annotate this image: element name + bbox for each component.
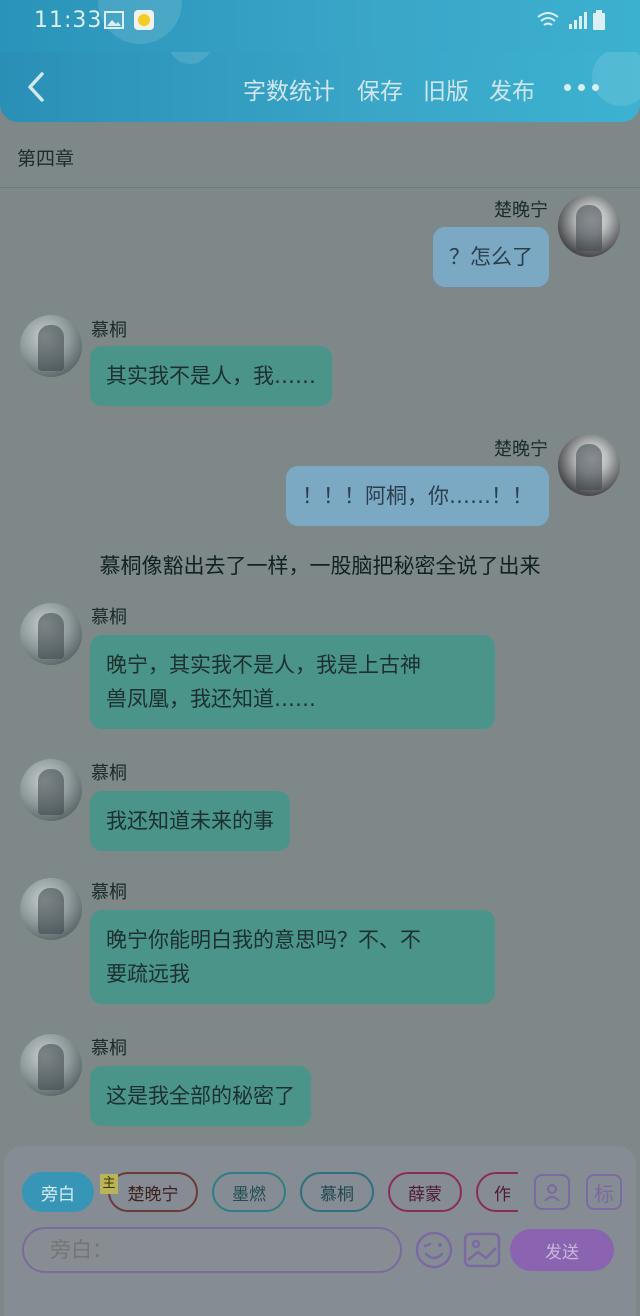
battery-icon (593, 10, 605, 30)
chat-bubble[interactable]: 我还知道未来的事 (90, 791, 290, 851)
chip-chu-wanning[interactable]: 楚晚宁 (108, 1172, 198, 1212)
chat-bubble[interactable]: ？怎么了 (433, 227, 549, 287)
composer-panel: 旁白 楚晚宁 墨燃 慕桐 薛蒙 作 主 标 发送 (4, 1146, 636, 1316)
chip-mo-ran[interactable]: 墨燃 (212, 1172, 286, 1212)
chat-bubble-line: 兽凤凰，我还知道…… (106, 687, 316, 711)
old-version-button[interactable]: 旧版 (423, 72, 469, 106)
chip-mu-tong[interactable]: 慕桐 (300, 1172, 374, 1212)
smiley-icon[interactable] (414, 1230, 454, 1270)
chip-partial[interactable]: 作 (476, 1172, 518, 1212)
character-chip-row[interactable]: 旁白 楚晚宁 墨燃 慕桐 薛蒙 作 (22, 1172, 518, 1216)
chip-xue-meng[interactable]: 薛蒙 (388, 1172, 462, 1212)
speaker-name: 楚晚宁 (494, 439, 548, 460)
more-dots-icon[interactable] (562, 82, 602, 94)
speaker-name: 慕桐 (91, 1038, 127, 1059)
avatar[interactable] (558, 195, 620, 257)
avatar[interactable] (20, 759, 82, 821)
chat-bubble-line: 晚宁你能明白我的意思吗？不、不 (106, 928, 421, 952)
wifi-icon (537, 12, 559, 26)
chat-bubble-line: 晚宁，其实我不是人，我是上古神 (106, 653, 421, 677)
decor-bubble (592, 52, 640, 106)
image-icon[interactable] (462, 1230, 502, 1270)
speaker-name: 慕桐 (91, 607, 127, 628)
tag-button[interactable]: 标 (586, 1174, 622, 1210)
chapter-bar: 第四章 (0, 122, 640, 188)
person-card-icon[interactable] (534, 1174, 570, 1210)
message-input[interactable] (22, 1227, 402, 1273)
chat-bubble[interactable]: 晚宁你能明白我的意思吗？不、不 要疏远我 (90, 910, 495, 1004)
chat-area[interactable]: 楚晚宁 ？怎么了 慕桐 其实我不是人，我…… 楚晚宁 ！！！阿桐，你……！！ 慕… (0, 188, 640, 1146)
image-icon (104, 11, 124, 29)
decor-bubble (168, 52, 212, 64)
chevron-left-icon[interactable] (22, 68, 52, 106)
chat-bubble[interactable]: ！！！阿桐，你……！！ (286, 466, 549, 526)
chat-bubble[interactable]: 晚宁，其实我不是人，我是上古神 兽凤凰，我还知道…… (90, 635, 495, 729)
chip-narrator[interactable]: 旁白 (22, 1172, 94, 1212)
avatar[interactable] (558, 434, 620, 496)
avatar[interactable] (20, 315, 82, 377)
speaker-name: 慕桐 (91, 763, 127, 784)
chat-bubble[interactable]: 这是我全部的秘密了 (90, 1066, 311, 1126)
chat-app-icon (134, 10, 154, 30)
status-bar: 11:33 (0, 0, 640, 52)
chapter-title[interactable]: 第四章 (17, 144, 74, 171)
avatar[interactable] (20, 878, 82, 940)
save-button[interactable]: 保存 (357, 72, 403, 106)
avatar[interactable] (20, 1034, 82, 1096)
avatar[interactable] (20, 603, 82, 665)
speaker-name: 楚晚宁 (494, 200, 548, 221)
speaker-name: 慕桐 (91, 320, 127, 341)
narration-text[interactable]: 慕桐像豁出去了一样，一股脑把秘密全说了出来 (0, 550, 640, 580)
speaker-name: 慕桐 (91, 882, 127, 903)
chat-bubble[interactable]: 其实我不是人，我…… (90, 346, 332, 406)
publish-button[interactable]: 发布 (489, 72, 535, 106)
editor-header: 字数统计 保存 旧版 发布 (0, 52, 640, 122)
signal-icon (569, 12, 587, 29)
main-character-tag: 主 (100, 1174, 118, 1194)
send-button[interactable]: 发送 (510, 1229, 614, 1271)
status-time: 11:33 (34, 8, 103, 33)
chat-bubble-line: 要疏远我 (106, 962, 190, 986)
word-count-button[interactable]: 字数统计 (243, 72, 335, 106)
